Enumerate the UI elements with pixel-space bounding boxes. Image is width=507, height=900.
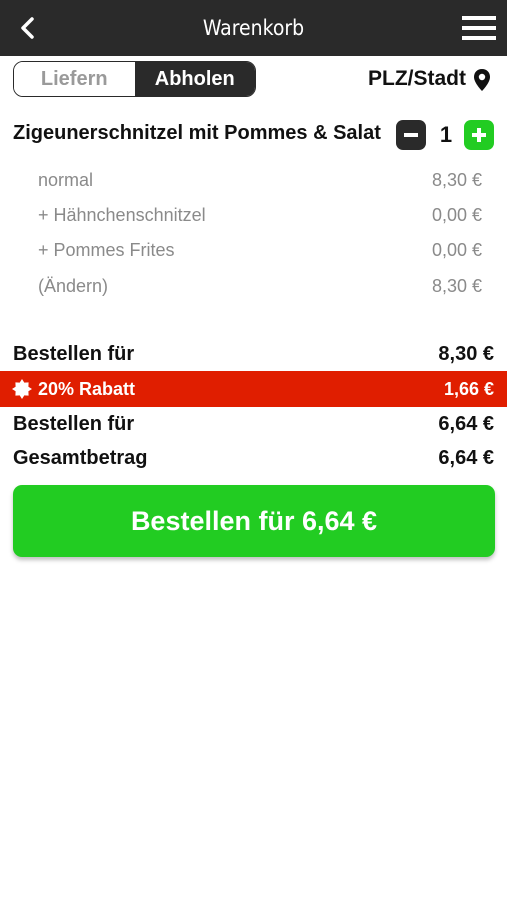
discount-value: 1,66 € — [443, 379, 494, 399]
decrease-quantity-button[interactable] — [396, 120, 426, 150]
option-label: + Hähnchenschnitzel — [38, 205, 206, 225]
subtotal-label: Bestellen für — [13, 343, 135, 365]
map-pin-icon[interactable] — [472, 68, 492, 92]
change-options-link[interactable]: (Ändern) — [38, 276, 108, 297]
subtotal-value: 8,30 € — [438, 343, 494, 365]
tab-liefern[interactable]: Liefern — [14, 62, 135, 96]
total-label: Gesamtbetrag — [13, 447, 148, 469]
discounted-subtotal-label: Bestellen für — [13, 413, 135, 435]
increase-quantity-button[interactable] — [464, 120, 494, 150]
item-quantity: 1 — [439, 122, 453, 147]
discount-row: 20% Rabatt 1,66 € — [0, 371, 507, 407]
total-value: 6,64 € — [438, 447, 494, 469]
hamburger-menu-icon[interactable] — [462, 15, 496, 41]
cart-item-name: Zigeunerschnitzel mit Pommes & Salat — [13, 122, 381, 144]
option-price: 0,00 € — [431, 240, 482, 260]
top-bar: Warenkorb — [0, 0, 507, 56]
discount-label: 20% Rabatt — [38, 379, 136, 399]
option-price: 8,30 € — [431, 170, 482, 190]
option-label: + Pommes Frites — [38, 240, 175, 260]
tab-abholen[interactable]: Abholen — [134, 62, 255, 96]
delivery-mode-toggle: Liefern Abholen — [13, 61, 256, 97]
option-label: normal — [38, 170, 94, 190]
order-button[interactable]: Bestellen für 6,64 € — [13, 485, 495, 557]
page-title: Warenkorb — [202, 16, 305, 40]
discount-badge-icon — [12, 379, 32, 399]
location-button[interactable]: PLZ/Stadt — [368, 67, 466, 91]
discounted-subtotal-value: 6,64 € — [438, 413, 494, 435]
option-price: 0,00 € — [431, 205, 482, 225]
option-price: 8,30 € — [431, 276, 482, 296]
